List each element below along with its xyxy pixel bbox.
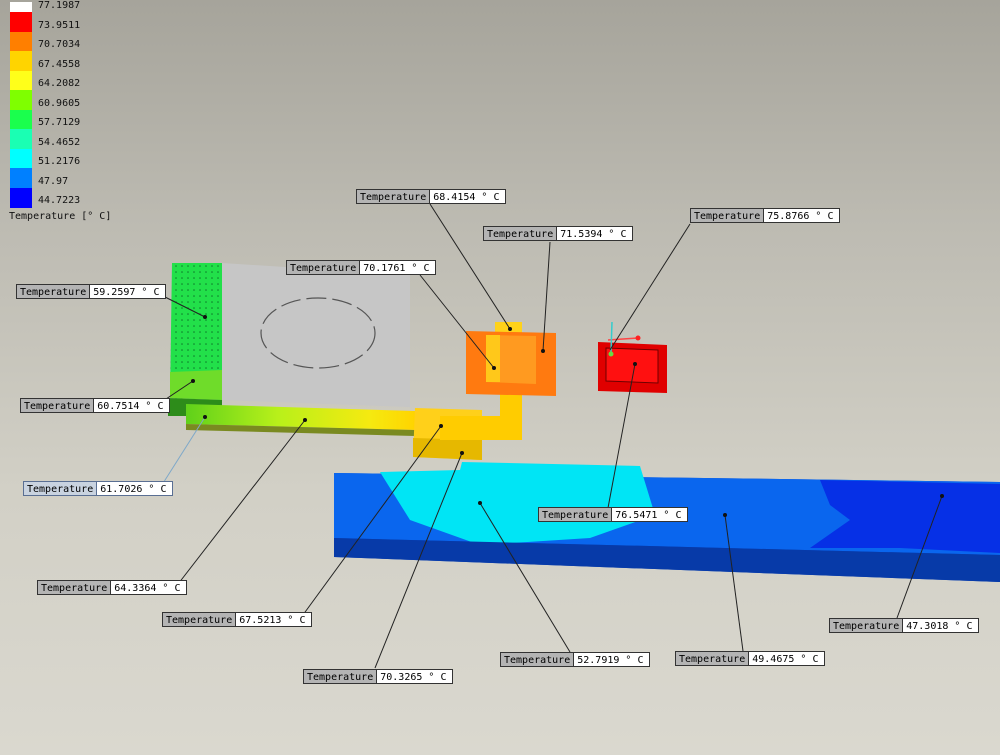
legend-swatch bbox=[10, 110, 32, 130]
probe-value: 52.7919 ° C bbox=[573, 652, 651, 667]
legend-value: 57.7129 bbox=[38, 117, 81, 128]
orange-component[interactable] bbox=[466, 331, 556, 396]
legend-value: 73.9511 bbox=[38, 20, 81, 31]
probe-67-5213[interactable]: Temperature 67.5213 ° C bbox=[162, 612, 313, 627]
legend-swatch bbox=[10, 90, 32, 110]
legend-swatch bbox=[10, 71, 32, 91]
legend-value: 47.97 bbox=[38, 176, 69, 187]
legend-value: 44.7223 bbox=[38, 195, 81, 206]
3d-viewport[interactable]: 77.1987 73.9511 70.7034 67.4558 64.2082 … bbox=[0, 0, 1000, 755]
probe-value: 47.3018 ° C bbox=[902, 618, 980, 633]
legend-value: 64.2082 bbox=[38, 78, 81, 89]
probe-76-5471[interactable]: Temperature 76.5471 ° C bbox=[538, 507, 689, 522]
probe-value: 60.7514 ° C bbox=[93, 398, 171, 413]
probe-value: 70.3265 ° C bbox=[376, 669, 454, 684]
probe-value: 68.4154 ° C bbox=[429, 189, 507, 204]
probe-47-3018[interactable]: Temperature 47.3018 ° C bbox=[829, 618, 980, 633]
probe-label: Temperature bbox=[37, 580, 111, 595]
probe-label: Temperature bbox=[286, 260, 360, 275]
probe-75-8766[interactable]: Temperature 75.8766 ° C bbox=[690, 208, 841, 223]
legend-value: 70.7034 bbox=[38, 39, 81, 50]
probe-49-4675[interactable]: Temperature 49.4675 ° C bbox=[675, 651, 826, 666]
probe-label: Temperature bbox=[538, 507, 612, 522]
red-component[interactable] bbox=[598, 321, 667, 393]
probe-label: Temperature bbox=[162, 612, 236, 627]
probe-value: 61.7026 ° C bbox=[96, 481, 174, 496]
legend-value: 67.4558 bbox=[38, 59, 81, 70]
probe-value: 59.2597 ° C bbox=[89, 284, 167, 299]
probe-value: 67.5213 ° C bbox=[235, 612, 313, 627]
green-block[interactable] bbox=[170, 263, 222, 400]
probe-71-5394[interactable]: Temperature 71.5394 ° C bbox=[483, 226, 634, 241]
probe-61-7026[interactable]: Temperature 61.7026 ° C bbox=[23, 481, 174, 496]
legend-title: Temperature [° C] bbox=[9, 211, 112, 222]
heat-pipe[interactable] bbox=[186, 404, 415, 436]
probe-68-4154[interactable]: Temperature 68.4154 ° C bbox=[356, 189, 507, 204]
probe-label: Temperature bbox=[356, 189, 430, 204]
probe-label: Temperature bbox=[16, 284, 90, 299]
probe-label: Temperature bbox=[20, 398, 94, 413]
legend-swatch bbox=[10, 32, 32, 52]
probe-value: 71.5394 ° C bbox=[556, 226, 634, 241]
legend-value: 51.2176 bbox=[38, 156, 81, 167]
probe-label: Temperature bbox=[483, 226, 557, 241]
legend-swatch bbox=[10, 168, 32, 188]
probe-value: 64.3364 ° C bbox=[110, 580, 188, 595]
probe-value: 75.8766 ° C bbox=[763, 208, 841, 223]
probe-value: 70.1761 ° C bbox=[359, 260, 437, 275]
probe-70-3265[interactable]: Temperature 70.3265 ° C bbox=[303, 669, 454, 684]
probe-label: Temperature bbox=[23, 481, 97, 496]
grey-board[interactable] bbox=[222, 263, 410, 407]
legend-swatch bbox=[10, 188, 32, 208]
probe-value: 76.5471 ° C bbox=[611, 507, 689, 522]
legend-value: 54.4652 bbox=[38, 137, 81, 148]
legend-swatch bbox=[10, 129, 32, 149]
probe-label: Temperature bbox=[690, 208, 764, 223]
probe-label: Temperature bbox=[829, 618, 903, 633]
legend-swatch bbox=[10, 51, 32, 71]
probe-59-2597[interactable]: Temperature 59.2597 ° C bbox=[16, 284, 167, 299]
probe-60-7514[interactable]: Temperature 60.7514 ° C bbox=[20, 398, 171, 413]
thermal-model-scene[interactable] bbox=[0, 0, 1000, 755]
legend-swatch bbox=[10, 149, 32, 169]
probe-label: Temperature bbox=[675, 651, 749, 666]
legend-value: 77.1987 bbox=[38, 0, 81, 11]
probe-label: Temperature bbox=[500, 652, 574, 667]
legend-swatch bbox=[10, 12, 32, 32]
legend-value: 60.9605 bbox=[38, 98, 81, 109]
probe-value: 49.4675 ° C bbox=[748, 651, 826, 666]
probe-52-7919[interactable]: Temperature 52.7919 ° C bbox=[500, 652, 651, 667]
probe-70-1761[interactable]: Temperature 70.1761 ° C bbox=[286, 260, 437, 275]
legend-swatch bbox=[10, 2, 32, 12]
probe-label: Temperature bbox=[303, 669, 377, 684]
probe-64-3364[interactable]: Temperature 64.3364 ° C bbox=[37, 580, 188, 595]
